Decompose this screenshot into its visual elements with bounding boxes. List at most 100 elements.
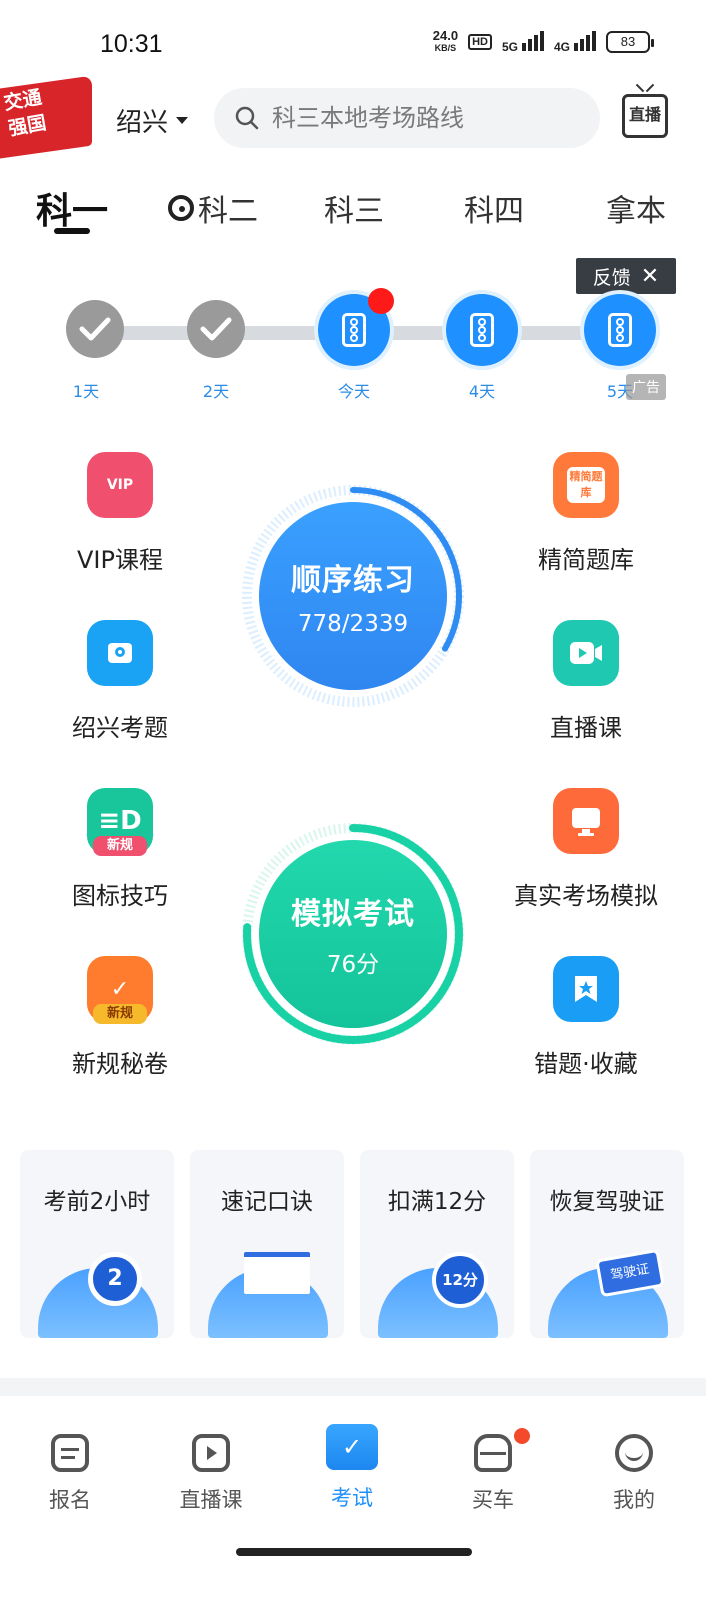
license-illustration: 驾驶证 — [548, 1246, 668, 1338]
card-label: 考前2小时 — [43, 1189, 151, 1215]
question-bank-icon-text: 精简题库 — [567, 467, 605, 503]
nav-label: 报名 — [49, 1488, 91, 1512]
status-time: 10:31 — [100, 30, 163, 58]
new-rule-badge: 新规 — [93, 836, 147, 856]
local-questions-label: 绍兴考题 — [72, 714, 168, 742]
video-icon — [553, 620, 619, 686]
tab-ke2[interactable]: 科二 — [168, 186, 258, 230]
nav-live[interactable]: 直播课 — [161, 1434, 261, 1514]
vip-icon: VIP — [87, 452, 153, 518]
vip-course-item[interactable]: VIP VIP课程 — [40, 452, 200, 575]
city-name: 绍兴 — [116, 108, 169, 138]
question-bank-item[interactable]: 精简题库 精简题库 — [506, 452, 666, 575]
new-rule-badge: 新规 — [93, 1004, 147, 1024]
search-bar[interactable] — [214, 88, 600, 148]
card-2-hours[interactable]: 考前2小时 2 — [20, 1150, 174, 1338]
live-class-item[interactable]: 直播课 — [506, 620, 666, 743]
tab-ke3[interactable]: 科三 — [324, 186, 384, 230]
stopwatch-number: 2 — [88, 1252, 142, 1306]
study-plan-progress: 反馈 ✕ 1天 2天 今天 4天 5天 广告 — [0, 258, 720, 408]
vip-course-label: VIP课程 — [77, 546, 163, 574]
bottom-navigation: 报名 直播课 ✓ 考试 买车 我的 — [0, 1396, 720, 1600]
nav-notification-dot — [514, 1428, 530, 1444]
tv-icon — [192, 1434, 230, 1472]
feedback-label: 反馈 — [592, 266, 631, 289]
practice-title: 顺序练习 — [291, 563, 415, 598]
exam-folder-icon: ✓ — [326, 1424, 378, 1470]
real-exam-sim-item[interactable]: 真实考场模拟 — [506, 788, 666, 911]
local-questions-item[interactable]: 绍兴考题 — [40, 620, 200, 743]
day-label: 今天 — [337, 382, 370, 401]
signal-5g-label: 5G — [501, 39, 518, 54]
caret-down-icon — [176, 117, 189, 124]
nav-label: 考试 — [331, 1486, 373, 1510]
bookmark-star-icon — [553, 956, 619, 1022]
secret-paper-item[interactable]: ✓ 新规 新规秘卷 — [40, 956, 200, 1079]
form-icon — [51, 1434, 89, 1472]
card-mnemonics[interactable]: 速记口诀 — [190, 1150, 344, 1338]
practice-core: 顺序练习 778/2339 — [259, 502, 447, 690]
banner-text: 交通强国 — [2, 86, 49, 141]
day-node-done-1[interactable] — [66, 300, 124, 358]
card-12-points[interactable]: 扣满12分 12分 — [360, 1150, 514, 1338]
exam-core: 模拟考试 76分 — [259, 840, 447, 1028]
day-label: 4天 — [468, 382, 496, 401]
nav-label: 直播课 — [179, 1488, 243, 1512]
nav-profile[interactable]: 我的 — [584, 1434, 684, 1514]
question-bank-icon: 精简题库 — [553, 452, 619, 518]
secret-paper-label: 新规秘卷 — [72, 1050, 168, 1078]
wrong-favorites-item[interactable]: 错题·收藏 — [506, 956, 666, 1079]
speed-value: 24.0 — [432, 28, 459, 43]
points-illustration: 12分 — [378, 1246, 498, 1338]
paper-icon: ✓ 新规 — [87, 956, 153, 1024]
live-button[interactable]: 直播 — [622, 94, 668, 138]
nav-exam[interactable]: ✓ 考试 — [302, 1424, 402, 1512]
section-divider — [0, 1378, 706, 1396]
signal-4g-label: 4G — [553, 39, 570, 54]
location-icon — [87, 620, 153, 686]
subject-tabs: 科一 科二 科三 科四 拿本 — [0, 178, 720, 242]
live-class-label: 直播课 — [550, 714, 622, 742]
day-node-done-2[interactable] — [187, 300, 245, 358]
question-bank-label: 精简题库 — [538, 546, 634, 574]
signal-5g-icon: 5G — [501, 30, 544, 54]
sequential-practice-button[interactable]: 顺序练习 778/2339 — [241, 484, 465, 708]
points-number: 12分 — [432, 1252, 488, 1308]
battery-icon: 83 — [606, 31, 654, 53]
close-icon[interactable]: ✕ — [641, 264, 659, 289]
tab-naben[interactable]: 拿本 — [606, 186, 666, 230]
stopwatch-illustration: 2 — [38, 1246, 158, 1338]
day-node-4[interactable] — [446, 294, 518, 366]
search-icon — [235, 106, 259, 130]
sign-tips-item[interactable]: ≡D 新规 图标技巧 — [40, 788, 200, 911]
nav-signup[interactable]: 报名 — [20, 1434, 120, 1514]
practice-progress: 778/2339 — [297, 611, 409, 637]
sign-tips-label: 图标技巧 — [72, 882, 168, 910]
top-header: 交通强国 绍兴 直播 — [0, 75, 720, 159]
mock-exam-button[interactable]: 模拟考试 76分 — [241, 822, 465, 1046]
search-input[interactable] — [272, 104, 572, 132]
monitor-icon — [553, 788, 619, 854]
feedback-button[interactable]: 反馈 ✕ — [576, 258, 676, 294]
status-icons: 24.0 KB/S HD 5G 4G 83 — [432, 28, 654, 54]
speed-unit: KB/S — [434, 43, 457, 53]
real-exam-sim-label: 真实考场模拟 — [514, 882, 658, 910]
nav-label: 我的 — [613, 1488, 655, 1512]
traffic-light-icon — [608, 313, 632, 347]
day-node-5[interactable] — [584, 294, 656, 366]
tab-ke4[interactable]: 科四 — [464, 186, 524, 230]
notification-dot — [368, 288, 394, 314]
card-label: 速记口诀 — [221, 1189, 313, 1215]
card-restore-license[interactable]: 恢复驾驶证 驾驶证 — [530, 1150, 684, 1338]
wrong-favorites-label: 错题·收藏 — [534, 1050, 638, 1078]
tab-ke1[interactable]: 科一 — [36, 182, 108, 234]
nav-buy-car[interactable]: 买车 — [443, 1434, 543, 1514]
check-icon — [79, 317, 111, 341]
exam-title: 模拟考试 — [291, 897, 415, 932]
steering-wheel-icon — [168, 195, 194, 221]
nav-label: 买车 — [472, 1488, 514, 1512]
hd-icon: HD — [468, 34, 492, 50]
card-label: 恢复驾驶证 — [549, 1189, 665, 1215]
city-selector[interactable]: 绍兴 — [116, 102, 189, 139]
signs-icon: ≡D 新规 — [87, 788, 153, 856]
